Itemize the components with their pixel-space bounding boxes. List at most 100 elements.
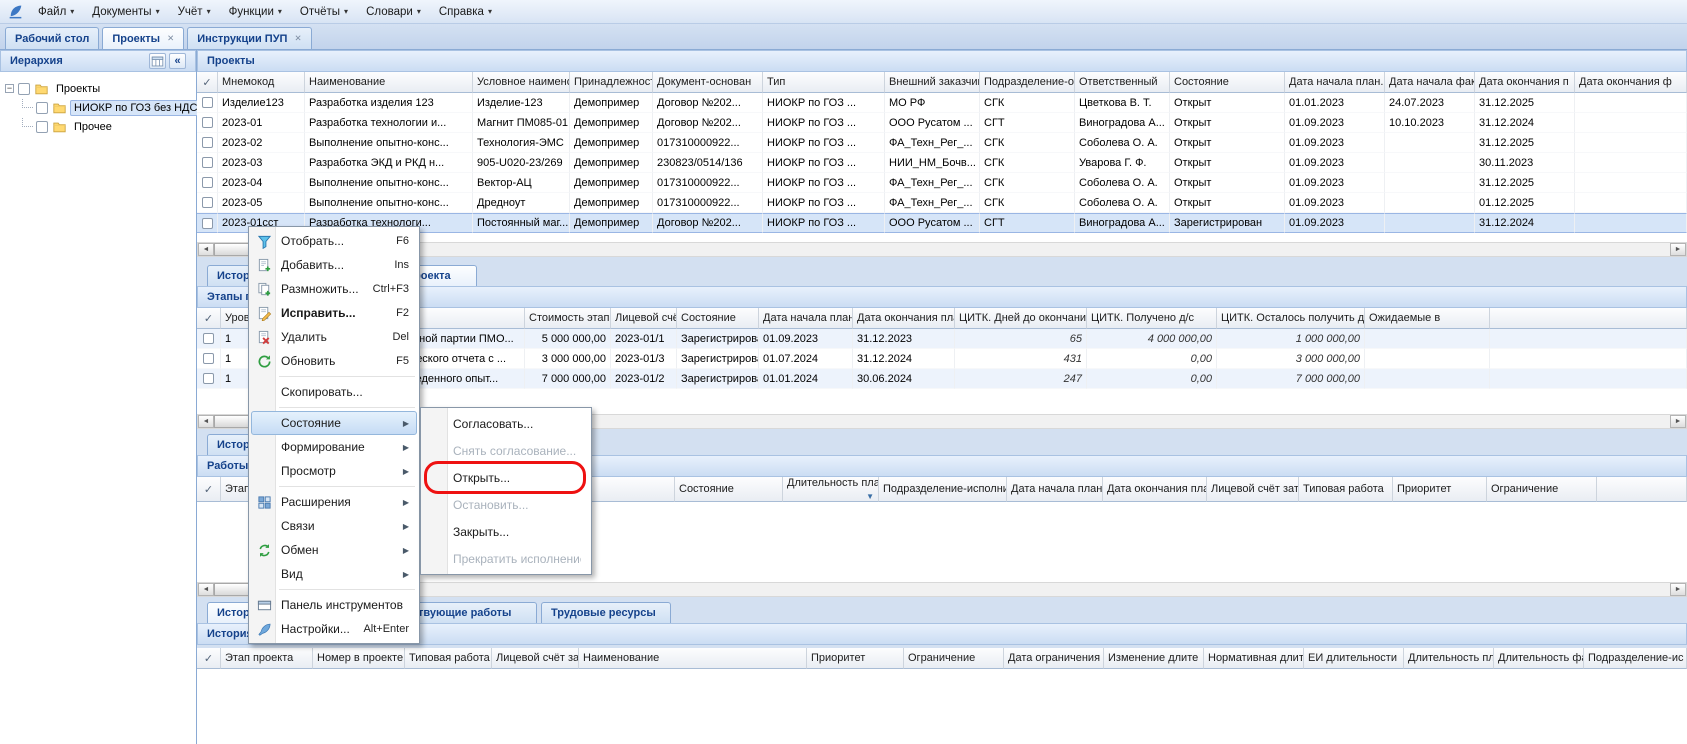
select-all-header[interactable]: ✓ <box>197 308 221 329</box>
row-checkbox[interactable] <box>202 117 213 128</box>
scroll-track[interactable] <box>214 583 1670 596</box>
scroll-right-button[interactable]: ► <box>1670 583 1686 596</box>
table-row[interactable]: 1Изготовление опытной партии ПМО...5 000… <box>197 329 1687 349</box>
tab-item[interactable]: Инструкции ПУП✕ <box>187 27 311 49</box>
column-header[interactable]: Номер в проекте <box>313 648 405 669</box>
column-header[interactable]: Дата начала план. <box>1007 477 1103 502</box>
tree-checkbox[interactable] <box>36 102 48 114</box>
column-header[interactable]: Дата начала план. <box>1285 72 1385 93</box>
column-header[interactable]: Ответственный <box>1075 72 1170 93</box>
column-header[interactable]: Длительность фак <box>1494 648 1584 669</box>
menu-item[interactable]: Размножить...Ctrl+F3 <box>251 277 417 301</box>
table-row[interactable]: 2023-02Выполнение опытно-конс...Технолог… <box>197 133 1687 153</box>
menu-item[interactable]: Скопировать... <box>251 380 417 404</box>
scroll-track[interactable] <box>214 243 1670 256</box>
column-header[interactable]: Приоритет <box>807 648 904 669</box>
menubar-item[interactable]: Документы▾ <box>83 3 168 21</box>
scroll-right-button[interactable]: ► <box>1670 415 1686 428</box>
column-header[interactable]: Условное наименова <box>473 72 570 93</box>
column-header[interactable]: Документ-основан <box>653 72 763 93</box>
column-header[interactable]: ЕИ длительности <box>1304 648 1404 669</box>
row-checkbox[interactable] <box>202 157 213 168</box>
scroll-left-button[interactable]: ◄ <box>198 583 214 596</box>
menubar-item[interactable]: Файл▾ <box>29 3 83 21</box>
table-row[interactable]: 2023-03Разработка ЭКД и РКД н...905-U020… <box>197 153 1687 173</box>
row-checkbox[interactable] <box>203 333 214 344</box>
menu-item[interactable]: ОбновитьF5 <box>251 349 417 373</box>
row-checkbox[interactable] <box>202 197 213 208</box>
tree-item[interactable]: −Проекты <box>0 79 196 98</box>
tab-item[interactable]: Рабочий стол <box>5 27 99 49</box>
column-header[interactable]: Этап проекта <box>221 648 313 669</box>
tab-item[interactable]: Проекты✕ <box>102 27 184 49</box>
select-all-header[interactable]: ✓ <box>197 648 221 669</box>
column-header[interactable]: Подразделение-исполнитель. <box>879 477 1007 502</box>
column-header[interactable]: ЦИТК. Дней до окончания <box>955 308 1087 329</box>
column-header[interactable]: ЦИТК. Осталось получить д/с <box>1217 308 1365 329</box>
menu-item[interactable]: Связи▶ <box>251 514 417 538</box>
select-all-header[interactable]: ✓ <box>197 477 221 502</box>
column-header[interactable]: Дата окончания план <box>853 308 955 329</box>
tab-close-icon[interactable]: ✕ <box>167 33 174 44</box>
table-row[interactable]: 2023-01Разработка технологии и...Магнит … <box>197 113 1687 133</box>
menu-item[interactable]: Добавить...Ins <box>251 253 417 277</box>
tab-item[interactable]: Трудовые ресурсы <box>541 602 671 623</box>
table-row[interactable]: 2023-04Выполнение опытно-конс...Вектор-А… <box>197 173 1687 193</box>
table-row[interactable]: 1Подготовка технического отчета с ...3 0… <box>197 349 1687 369</box>
row-checkbox[interactable] <box>202 177 213 188</box>
menu-item[interactable]: Отобрать...F6 <box>251 229 417 253</box>
column-header[interactable]: Наименование <box>579 648 807 669</box>
menu-item[interactable]: Вид▶ <box>251 562 417 586</box>
column-header[interactable]: Состояние <box>675 477 783 502</box>
menubar-item[interactable]: Справка▾ <box>430 3 501 21</box>
column-header[interactable]: ЦИТК. Получено д/с <box>1087 308 1217 329</box>
column-header[interactable]: Ограничение <box>904 648 1004 669</box>
tree-item[interactable]: НИОКР по ГОЗ без НДС <box>0 98 196 117</box>
row-checkbox[interactable] <box>203 373 214 384</box>
grid-settings-icon[interactable] <box>149 53 166 69</box>
tree-item[interactable]: Прочее <box>0 117 196 136</box>
column-header[interactable]: Дата окончания ф <box>1575 72 1687 93</box>
column-header[interactable]: Длительность план▼ <box>783 477 879 502</box>
menubar-item[interactable]: Функции▾ <box>220 3 291 21</box>
column-header[interactable]: Дата ограничения <box>1004 648 1104 669</box>
column-header[interactable]: Ограничение <box>1487 477 1597 502</box>
menu-item[interactable]: Формирование▶ <box>251 435 417 459</box>
scroll-right-button[interactable]: ► <box>1670 243 1686 256</box>
menu-item[interactable]: УдалитьDel <box>251 325 417 349</box>
menu-item[interactable]: Расширения▶ <box>251 490 417 514</box>
menubar-item[interactable]: Отчёты▾ <box>291 3 357 21</box>
row-checkbox[interactable] <box>202 137 213 148</box>
menubar-item[interactable]: Словари▾ <box>357 3 430 21</box>
column-header[interactable]: Состояние <box>1170 72 1285 93</box>
column-header[interactable]: Внешний заказчик <box>885 72 980 93</box>
menu-item[interactable]: Исправить...F2 <box>251 301 417 325</box>
tree-checkbox[interactable] <box>36 121 48 133</box>
column-header[interactable]: Наименование <box>305 72 473 93</box>
menu-item[interactable]: Открыть... <box>423 464 589 491</box>
column-header[interactable]: Изменение длите <box>1104 648 1204 669</box>
works-hscrollbar[interactable]: ◄► <box>197 582 1687 597</box>
table-row[interactable]: 1Испытания произведенного опыт...7 000 0… <box>197 369 1687 389</box>
column-header[interactable]: Подразделение-ис <box>1584 648 1687 669</box>
column-header[interactable]: Типовая работа <box>1299 477 1393 502</box>
column-header[interactable]: Лицевой счёт затр <box>1207 477 1299 502</box>
column-header[interactable]: Стоимость этапа <box>525 308 611 329</box>
row-checkbox[interactable] <box>203 353 214 364</box>
column-header[interactable]: Ожидаемые в <box>1365 308 1490 329</box>
column-header[interactable]: Подразделение-от <box>980 72 1075 93</box>
select-all-header[interactable]: ✓ <box>197 72 218 93</box>
collapse-panel-button[interactable]: « <box>169 53 186 69</box>
row-checkbox[interactable] <box>202 218 213 229</box>
menu-item[interactable]: Закрыть... <box>423 518 589 545</box>
column-header[interactable]: Мнемокод <box>218 72 305 93</box>
column-header[interactable]: Дата окончания план <box>1103 477 1207 502</box>
column-header[interactable]: Принадлежность <box>570 72 653 93</box>
menu-item[interactable]: Согласовать... <box>423 410 589 437</box>
menu-item[interactable]: Настройки...Alt+Enter <box>251 617 417 641</box>
menu-item[interactable]: Панель инструментов <box>251 593 417 617</box>
column-header[interactable]: Дата начала план <box>759 308 853 329</box>
table-row[interactable]: Изделие123Разработка изделия 123Изделие-… <box>197 93 1687 113</box>
tree-expander-icon[interactable]: − <box>5 84 14 93</box>
column-header[interactable]: Лицевой счёт затрат <box>611 308 677 329</box>
